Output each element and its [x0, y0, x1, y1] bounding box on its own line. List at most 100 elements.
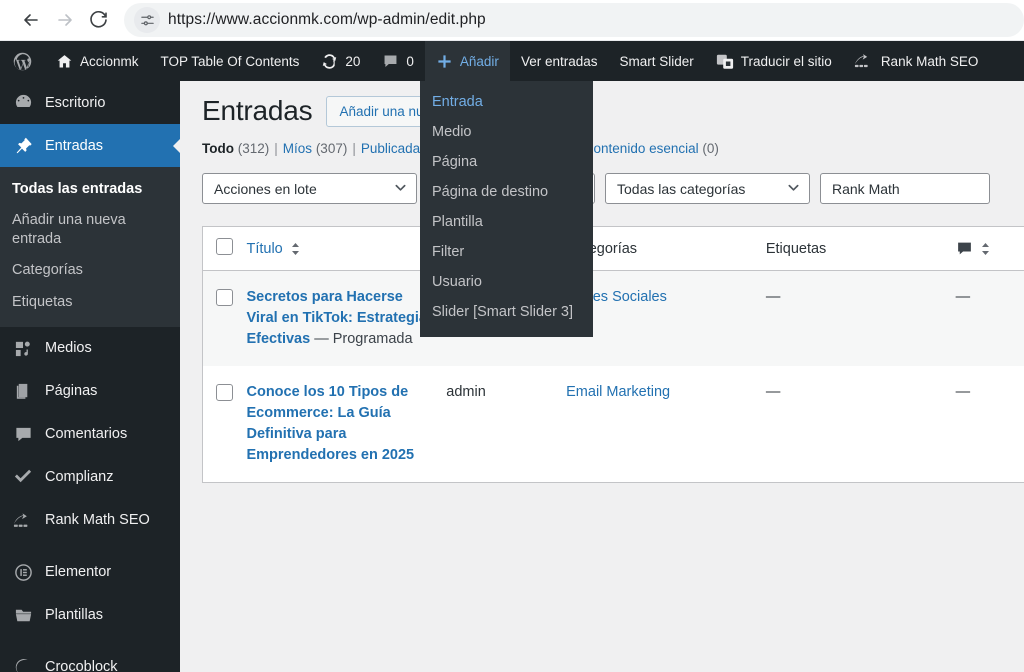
translate-icon [716, 53, 734, 70]
sidebar-item-elementor[interactable]: Elementor [0, 551, 180, 594]
bulk-actions-select[interactable]: Acciones en lote [202, 173, 417, 204]
add-menu-item-plantilla[interactable]: Plantilla [420, 207, 593, 237]
adminbar-rank-math-label: Rank Math SEO [880, 53, 979, 69]
column-title[interactable]: Título [246, 226, 447, 271]
sidebar-item-label: Entradas [45, 137, 104, 154]
row-checkbox[interactable] [216, 384, 233, 402]
sidebar-item-label: Rank Math SEO [45, 512, 150, 529]
admin-sidebar: Escritorio Entradas Todas las entradas A… [0, 81, 180, 672]
filter-contenido-esencial[interactable]: Contenido esencial (0) [584, 141, 719, 156]
row-checkbox-cell [202, 270, 247, 367]
adminbar-site-name-label: Accionmk [80, 53, 139, 69]
adminbar-view-posts[interactable]: Ver entradas [510, 41, 609, 81]
sidebar-item-crocoblock[interactable]: Crocoblock [0, 646, 180, 672]
post-status-filters: Todo (312)|Míos (307)|Publicadas (222)|B… [202, 141, 719, 156]
add-menu-item-filter[interactable]: Filter [420, 237, 593, 267]
add-menu-item-pagina-de-destino[interactable]: Página de destino [420, 177, 593, 207]
sidebar-item-escritorio[interactable]: Escritorio [0, 81, 180, 124]
add-menu-item-slider[interactable]: Slider [Smart Slider 3] [420, 297, 593, 327]
forward-button[interactable] [48, 3, 82, 37]
page-header: Entradas Añadir una nueva entrada [202, 95, 1024, 127]
adminbar-toc[interactable]: TOP Table Of Contents [150, 41, 311, 81]
sidebar-item-label: Elementor [45, 564, 112, 581]
row-checkbox[interactable] [216, 289, 233, 306]
sidebar-item-entradas[interactable]: Entradas [0, 124, 180, 167]
row-comments-cell: — [955, 270, 1024, 367]
post-title-link[interactable]: Conoce los 10 Tipos de Ecommerce: La Guí… [246, 384, 414, 463]
sidebar-item-etiquetas[interactable]: Etiquetas [0, 287, 180, 318]
sidebar-submenu-entradas: Todas las entradas Añadir una nueva entr… [0, 167, 180, 327]
sidebar-item-complianz[interactable]: Complianz [0, 456, 180, 499]
bulk-actions-value: Acciones en lote [214, 180, 317, 197]
table-header-row: Título Autor Categorías Etiquetas [202, 226, 1024, 271]
sidebar-item-comentarios[interactable]: Comentarios [0, 413, 180, 456]
sort-icon [291, 242, 300, 256]
sidebar-separator [0, 637, 180, 646]
column-comments[interactable] [955, 226, 1024, 271]
category-filter-value: Todas las categorías [617, 180, 746, 197]
reload-button[interactable] [82, 3, 116, 37]
back-button[interactable] [14, 3, 48, 37]
adminbar-smart-slider-label: Smart Slider [619, 53, 694, 69]
table-row: Conoce los 10 Tipos de Ecommerce: La Guí… [203, 366, 1024, 483]
adminbar-view-posts-label: Ver entradas [520, 53, 598, 69]
column-title-label: Título [246, 240, 283, 257]
column-categories: Categorías [566, 226, 766, 271]
column-tags-label: Etiquetas [765, 240, 827, 257]
adminbar-translate[interactable]: Traducir el sitio [705, 41, 843, 81]
arrow-left-icon [24, 14, 38, 26]
adminbar-updates[interactable]: 20 [310, 41, 371, 81]
adminbar-rank-math[interactable]: Rank Math SEO [843, 41, 990, 81]
adminbar-smart-slider[interactable]: Smart Slider [609, 41, 705, 81]
add-menu-item-entrada[interactable]: Entrada [420, 87, 593, 117]
media-icon [12, 337, 34, 359]
category-filter-select[interactable]: Todas las categorías [605, 173, 810, 204]
sidebar-item-anadir-nueva-entrada[interactable]: Añadir una nueva entrada [0, 205, 180, 255]
sidebar-separator [0, 542, 180, 551]
sidebar-item-paginas[interactable]: Páginas [0, 370, 180, 413]
row-checkbox-cell [203, 366, 247, 483]
rank-math-icon [12, 509, 34, 531]
main-content: Entradas Añadir una nueva entrada Todo (… [180, 81, 1024, 672]
sidebar-item-label: Crocoblock [45, 659, 118, 672]
table-nav-top: Acciones en lote Todas las fechas Todas … [202, 173, 1024, 204]
filter-todo[interactable]: Todo (312) [202, 141, 269, 156]
adminbar-site-name[interactable]: Accionmk [45, 41, 150, 81]
updates-icon [321, 53, 338, 70]
comment-bubble-icon [382, 53, 399, 70]
wordpress-logo-icon [13, 52, 32, 70]
select-all-checkbox[interactable] [216, 238, 233, 255]
sidebar-item-plantillas[interactable]: Plantillas [0, 594, 180, 637]
sidebar-item-rank-math-seo[interactable]: Rank Math SEO [0, 499, 180, 542]
posts-table: Título Autor Categorías Etiquetas [202, 226, 1024, 484]
posts-table-body: Secretos para Hacerse Viral en TikTok: E… [202, 270, 1024, 483]
post-category-link[interactable]: Email Marketing [566, 384, 670, 400]
filter-mios[interactable]: Míos (307) [283, 141, 348, 156]
plus-icon [436, 53, 453, 70]
add-menu-item-pagina[interactable]: Página [420, 147, 593, 177]
adminbar-add-new[interactable]: Añadir [424, 41, 510, 81]
arrow-right-icon [58, 14, 72, 26]
adminbar-comments-count: 0 [406, 53, 414, 69]
row-author-cell: admin [446, 384, 486, 401]
adminbar-comments[interactable]: 0 [371, 41, 425, 81]
adminbar-add-new-label: Añadir [459, 53, 499, 69]
adminbar-translate-label: Traducir el sitio [740, 53, 832, 69]
add-menu-item-usuario[interactable]: Usuario [420, 267, 593, 297]
sidebar-item-categorias[interactable]: Categorías [0, 255, 180, 286]
dashboard-icon [12, 92, 34, 114]
rank-math-filter-select[interactable]: Rank Math [820, 173, 990, 204]
chevron-down-icon [394, 181, 407, 197]
adminbar-updates-count: 20 [345, 53, 361, 69]
posts-table-head: Título Autor Categorías Etiquetas [202, 226, 1024, 271]
add-new-dropdown-menu: Entrada Medio Página Página de destino P… [420, 81, 593, 337]
add-menu-item-medio[interactable]: Medio [420, 117, 593, 147]
sidebar-item-label: Plantillas [45, 607, 104, 624]
address-bar[interactable]: https://www.accionmk.com/wp-admin/edit.p… [124, 3, 1024, 37]
site-settings-button[interactable] [134, 7, 160, 33]
page-settings-icon [140, 14, 154, 25]
folder-icon [12, 604, 34, 626]
adminbar-wordpress-logo[interactable] [0, 41, 45, 81]
sidebar-item-medios[interactable]: Medios [0, 327, 180, 370]
sidebar-item-todas-las-entradas[interactable]: Todas las entradas [0, 174, 180, 205]
